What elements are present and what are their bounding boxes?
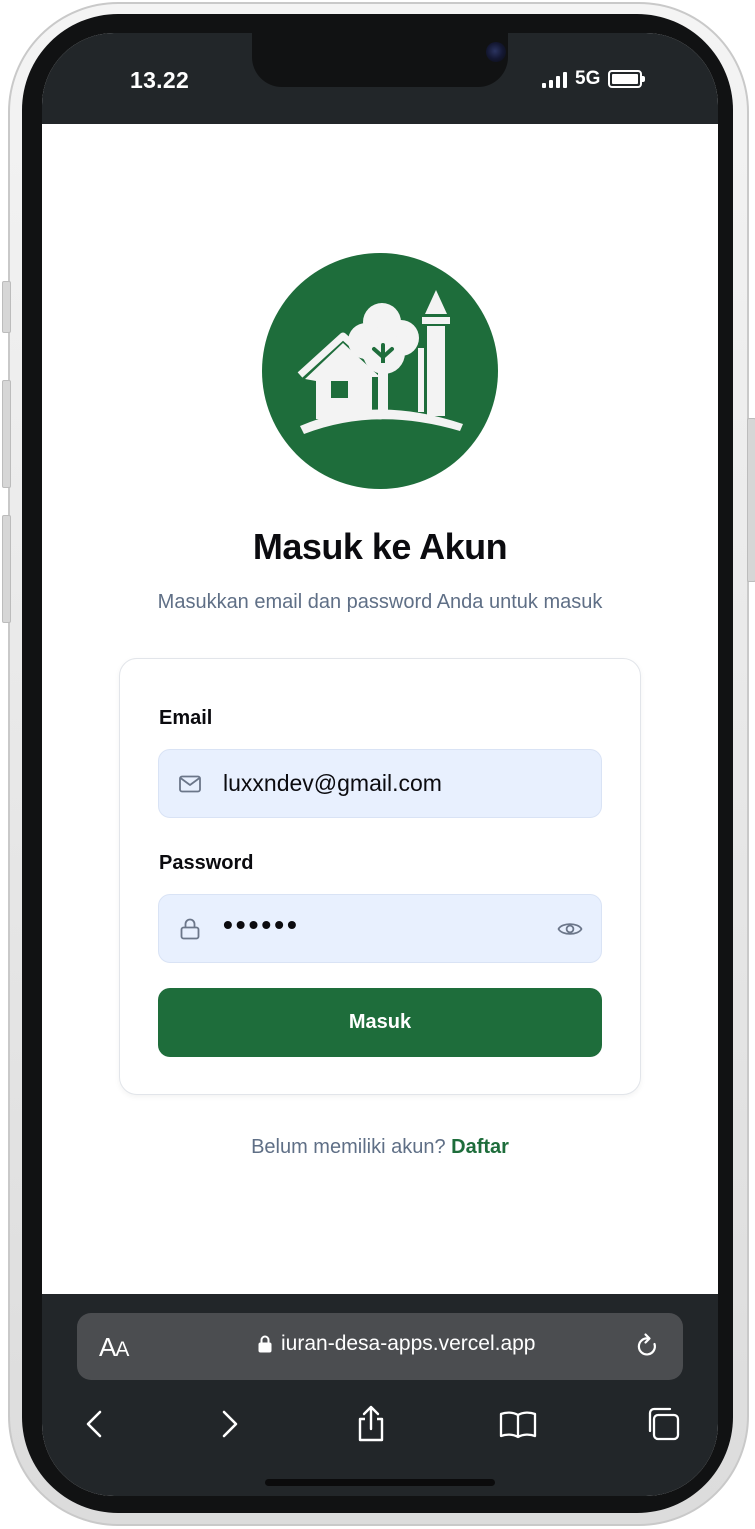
login-button[interactable]: Masuk [158, 988, 602, 1057]
back-icon[interactable] [75, 1404, 115, 1444]
signup-text: Belum memiliki akun? [251, 1136, 446, 1158]
login-card: Email luxxndev@gmail.com Password •••••• [119, 658, 641, 1095]
email-field[interactable]: luxxndev@gmail.com [158, 749, 602, 818]
browser-chrome: AA iuran-desa-apps.vercel.app [42, 1294, 718, 1496]
power-button [747, 418, 755, 582]
password-field[interactable]: •••••• [158, 894, 602, 963]
page-title: Masuk ke Akun [252, 526, 508, 567]
front-camera [486, 42, 506, 62]
volume-up-button [2, 380, 11, 488]
password-label: Password [159, 852, 254, 874]
phone-screen: 13.22 5G Masuk ke Akun Masukkan email da… [42, 33, 718, 1496]
text-size-big: A [99, 1332, 116, 1362]
mail-icon [179, 775, 201, 793]
battery-icon [608, 70, 646, 88]
status-time: 13.22 [130, 67, 190, 93]
network-type: 5G [575, 68, 601, 89]
signup-prompt: Belum memiliki akun? Daftar [42, 1136, 718, 1159]
email-value: luxxndev@gmail.com [223, 770, 442, 796]
dynamic-island [252, 33, 508, 87]
login-page: Masuk ke Akun Masukkan email dan passwor… [42, 124, 718, 1294]
email-label: Email [159, 707, 213, 729]
village-logo-icon [262, 253, 498, 489]
reload-icon[interactable] [633, 1332, 661, 1360]
status-indicators: 5G [542, 67, 646, 91]
share-icon[interactable] [351, 1404, 391, 1444]
text-size-small: A [115, 1338, 129, 1361]
lock-icon [180, 918, 200, 940]
text-size-button[interactable]: AA [99, 1332, 129, 1363]
home-indicator[interactable] [265, 1479, 495, 1486]
password-value: •••••• [223, 909, 300, 940]
padlock-icon [258, 1335, 272, 1353]
cellular-signal-icon [542, 71, 567, 88]
url-text: iuran-desa-apps.vercel.app [281, 1332, 536, 1355]
address-bar[interactable]: AA iuran-desa-apps.vercel.app [77, 1313, 683, 1380]
tabs-icon[interactable] [643, 1404, 683, 1444]
signup-link[interactable]: Daftar [451, 1136, 509, 1158]
action-button [2, 281, 11, 333]
forward-icon[interactable] [209, 1404, 249, 1444]
eye-icon[interactable] [557, 917, 583, 941]
url-display[interactable]: iuran-desa-apps.vercel.app [257, 1332, 535, 1356]
page-subtitle: Masukkan email dan password Anda untuk m… [157, 591, 603, 613]
bookmarks-icon[interactable] [498, 1404, 538, 1444]
volume-down-button [2, 515, 11, 623]
